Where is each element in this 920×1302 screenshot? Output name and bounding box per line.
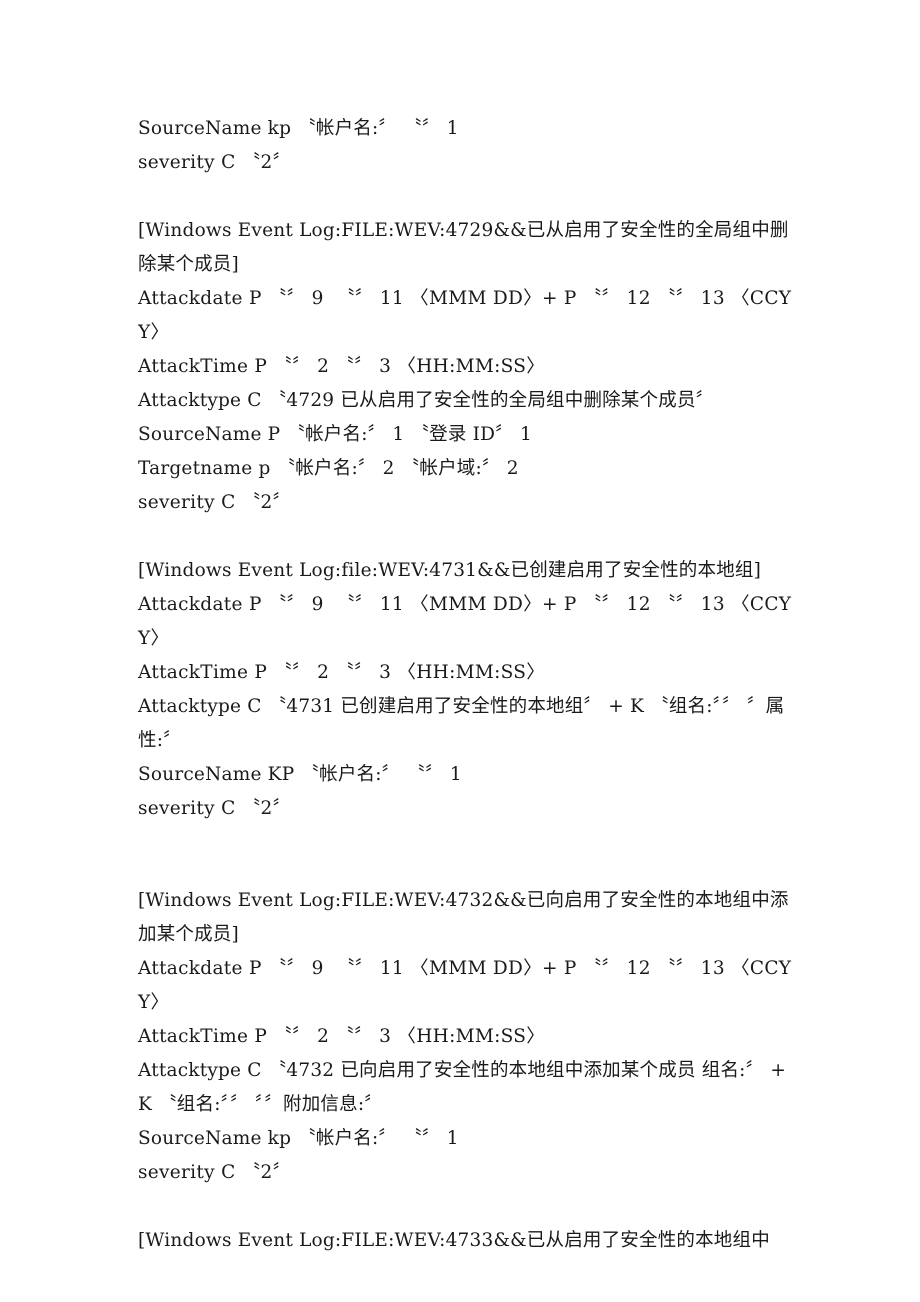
rule-block-4731: [Windows Event Log:file:WEV:4731&&已创建启用了… xyxy=(138,554,794,826)
doc-line-severity: severity C 〝2〞 xyxy=(138,798,292,819)
document-body: SourceName kp 〝帐户名:〞 〝〞 1 severity C 〝2〞… xyxy=(138,112,794,1258)
doc-line: severity C 〝2〞 xyxy=(138,152,292,173)
rule-header: [Windows Event Log:file:WEV:4731&&已创建启用了… xyxy=(138,560,762,581)
doc-line-attackdate: Attackdate P 〝〞 9 〝〞 11 〈MMM DD〉+ P 〝〞 1… xyxy=(138,958,792,1013)
rule-header: [Windows Event Log:FILE:WEV:4729&&已从启用了安… xyxy=(138,220,789,275)
doc-line-sourcename: SourceName P 〝帐户名:〞 1 〝登录 ID〞 1 xyxy=(138,424,532,445)
doc-line-targetname: Targetname p 〝帐户名:〞 2 〝帐户域:〞 2 xyxy=(138,458,519,479)
rule-block-4728-tail: SourceName kp 〝帐户名:〞 〝〞 1 severity C 〝2〞 xyxy=(138,112,794,180)
doc-line-attacktype: Attacktype C 〝4732 已向启用了安全性的本地组中添加某个成员 组… xyxy=(138,1060,793,1115)
doc-line-attacktime: AttackTime P 〝〞 2 〝〞 3 〈HH:MM:SS〉 xyxy=(138,1026,546,1047)
rule-block-4732: [Windows Event Log:FILE:WEV:4732&&已向启用了安… xyxy=(138,884,794,1190)
doc-line-attacktime: AttackTime P 〝〞 2 〝〞 3 〈HH:MM:SS〉 xyxy=(138,356,546,377)
document-page: SourceName kp 〝帐户名:〞 〝〞 1 severity C 〝2〞… xyxy=(0,0,920,1302)
rule-block-4733: [Windows Event Log:FILE:WEV:4733&&已从启用了安… xyxy=(138,1224,794,1258)
doc-line-attacktype: Attacktype C 〝4729 已从启用了安全性的全局组中删除某个成员〞 xyxy=(138,390,715,411)
doc-line-attacktype: Attacktype C 〝4731 已创建启用了安全性的本地组〞 + K 〝组… xyxy=(138,696,785,751)
doc-line-sourcename: SourceName KP 〝帐户名:〞 〝〞 1 xyxy=(138,764,462,785)
doc-line-sourcename: SourceName kp 〝帐户名:〞 〝〞 1 xyxy=(138,1128,459,1149)
rule-block-4729: [Windows Event Log:FILE:WEV:4729&&已从启用了安… xyxy=(138,214,794,520)
rule-header: [Windows Event Log:FILE:WEV:4732&&已向启用了安… xyxy=(138,890,789,945)
doc-line-severity: severity C 〝2〞 xyxy=(138,492,292,513)
doc-line-severity: severity C 〝2〞 xyxy=(138,1162,292,1183)
rule-header: [Windows Event Log:FILE:WEV:4733&&已从启用了安… xyxy=(138,1230,770,1251)
paragraph-spacer-large xyxy=(138,826,794,884)
doc-line: SourceName kp 〝帐户名:〞 〝〞 1 xyxy=(138,118,459,139)
doc-line-attackdate: Attackdate P 〝〞 9 〝〞 11 〈MMM DD〉+ P 〝〞 1… xyxy=(138,594,792,649)
doc-line-attacktime: AttackTime P 〝〞 2 〝〞 3 〈HH:MM:SS〉 xyxy=(138,662,546,683)
doc-line-attackdate: Attackdate P 〝〞 9 〝〞 11 〈MMM DD〉+ P 〝〞 1… xyxy=(138,288,792,343)
